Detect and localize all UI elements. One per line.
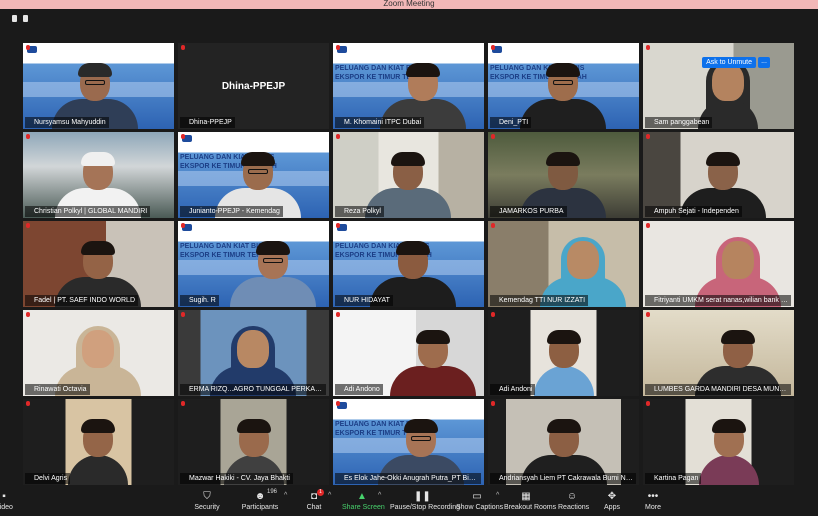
video-tile[interactable]: PELUANG DAN KIAT BISNIS EKSPOR KE TIMUR T… — [333, 221, 484, 307]
participant-name: Fadel | PT. SAEF INDO WORLD — [25, 295, 139, 306]
video-tile[interactable]: Mazwar Hakiki - CV. Jaya Bhakti — [178, 399, 329, 485]
video-tile[interactable]: ERMA RIZQ...AGRO TUNGGAL PERKASA — [178, 310, 329, 396]
share-screen-button[interactable]: ▲ Share Screen — [342, 486, 385, 516]
video-camera-icon: ▪ — [2, 491, 6, 502]
chevron-up-icon[interactable]: ^ — [378, 492, 381, 499]
reactions-button[interactable]: ☺ Reactions — [558, 486, 589, 516]
more-dots-icon: ••• — [647, 491, 659, 502]
more-button[interactable]: ••• More — [643, 486, 663, 516]
breakout-rooms-button[interactable]: ▦ Breakout Rooms — [504, 486, 556, 516]
video-tile[interactable]: Adi Andono — [333, 310, 484, 396]
participant-name: Adi Andono — [335, 384, 383, 395]
video-tile[interactable]: PELUANG DAN KIAT BISNIS EKSPOR KE TIMUR T… — [333, 43, 484, 129]
video-tile[interactable]: Fadel | PT. SAEF INDO WORLD — [23, 221, 174, 307]
pause-stop-recording-button[interactable]: ❚❚ Pause/Stop Recording — [390, 486, 460, 516]
gallery-view: Nursyamsu Mahyuddin Dhina-PPEJP Dhina-PP… — [0, 31, 818, 486]
video-tile[interactable]: Reza Polkyl — [333, 132, 484, 218]
tile-more-button[interactable]: ... — [758, 57, 770, 68]
chevron-up-icon[interactable]: ^ — [328, 492, 331, 499]
participant-name: Sam panggabean — [645, 117, 713, 128]
chat-unread-badge: 1 — [317, 489, 324, 496]
participant-name: Adi Andoni — [490, 384, 536, 395]
participant-name: Delvi Agris — [25, 473, 71, 484]
video-tile[interactable]: Adi Andoni — [488, 310, 639, 396]
video-tile[interactable]: Ampuh Sejati - Independen — [643, 132, 794, 218]
apps-button[interactable]: ✥ Apps — [602, 486, 622, 516]
participant-name: Reza Polkyl — [335, 206, 384, 217]
video-tile[interactable]: Christian Polkyl | GLOBAL MANDIRI — [23, 132, 174, 218]
view-toggle-icon[interactable] — [12, 15, 38, 25]
participant-name: ERMA RIZQ...AGRO TUNGGAL PERKASA — [180, 384, 326, 395]
video-tile[interactable]: PELUANG DAN KIAT BISNIS EKSPOR KE TIMUR T… — [333, 399, 484, 485]
video-tile[interactable]: Nursyamsu Mahyuddin — [23, 43, 174, 129]
participants-icon: ☻ — [254, 491, 266, 502]
participant-name: Sugih. R — [180, 295, 219, 306]
video-tile[interactable]: Ask to Unmute ... Sam panggabean — [643, 43, 794, 129]
top-strip — [0, 9, 818, 31]
participant-name: LUMBES GARDA MANDIRI DESA MUNJAN — [645, 384, 791, 395]
video-tile[interactable]: Rinawati Octavia — [23, 310, 174, 396]
video-tile[interactable]: Andriansyah Liem PT Cakrawala Bumi Nagal — [488, 399, 639, 485]
video-tile[interactable]: JAMARKOS PURBA — [488, 132, 639, 218]
pause-stop-icon: ❚❚ — [414, 491, 431, 502]
participant-name: NUR HIDAYAT — [335, 295, 393, 306]
shield-icon: ⛉ — [203, 491, 211, 502]
video-button[interactable]: ▪ Video — [0, 486, 18, 516]
show-captions-button[interactable]: ▭ Show Captions — [456, 486, 503, 516]
participant-name: Deni_PTI — [490, 117, 532, 128]
chevron-up-icon[interactable]: ^ — [496, 492, 499, 499]
video-tile[interactable]: PELUANG DAN KIAT BISNIS EKSPOR KE TIMUR T… — [488, 43, 639, 129]
share-screen-icon: ▲ — [357, 491, 367, 502]
video-tile[interactable]: Kartina Pagan — [643, 399, 794, 485]
video-tile-active-speaker[interactable]: PELUANG DAN KIAT BISNIS EKSPOR KE TIMUR T… — [178, 132, 329, 218]
apps-icon: ✥ — [607, 491, 617, 502]
participant-name: Nursyamsu Mahyuddin — [25, 117, 109, 128]
participant-name: Junianto-PPEJP - Kemendag — [180, 206, 283, 217]
ask-to-unmute-button[interactable]: Ask to Unmute — [702, 57, 756, 68]
security-button[interactable]: ⛉ Security — [190, 486, 224, 516]
participant-name: Es Elok Jahe-Okki Anugrah Putra_PT Bin A… — [335, 473, 481, 484]
participant-name: Ampuh Sejati - Independen — [645, 206, 742, 217]
captions-icon: ▭ — [472, 491, 482, 502]
participant-name: Dhina-PPEJP — [180, 117, 235, 128]
participant-name: Mazwar Hakiki - CV. Jaya Bhakti — [180, 473, 293, 484]
participant-name: Christian Polkyl | GLOBAL MANDIRI — [25, 206, 151, 217]
video-tile[interactable]: PELUANG DAN KIAT BISNIS EKSPOR KE TIMUR T… — [178, 221, 329, 307]
video-tile[interactable]: LUMBES GARDA MANDIRI DESA MUNJAN — [643, 310, 794, 396]
smiley-icon: ☺ — [566, 491, 578, 502]
participants-count: 196 — [267, 489, 278, 495]
window-titlebar: Zoom Meeting — [0, 0, 818, 9]
window-title: Zoom Meeting — [383, 0, 435, 8]
participant-name: JAMARKOS PURBA — [490, 206, 567, 217]
participant-name: Fitriyanti UMKM serat nanas,wilian bank … — [645, 295, 791, 306]
video-tile[interactable]: Delvi Agris — [23, 399, 174, 485]
chevron-up-icon[interactable]: ^ — [284, 492, 287, 499]
video-tile[interactable]: Dhina-PPEJP Dhina-PPEJP — [178, 43, 329, 129]
video-tile[interactable]: Fitriyanti UMKM serat nanas,wilian bank … — [643, 221, 794, 307]
meeting-toolbar: ▪ Video ⛉ Security ☻ Participants 196 ^ … — [0, 486, 818, 516]
video-tile[interactable]: Kemendag TTI NUR IZZATI — [488, 221, 639, 307]
participant-name: Rinawati Octavia — [25, 384, 90, 395]
participant-name: Kartina Pagan — [645, 473, 702, 484]
participant-name: Kemendag TTI NUR IZZATI — [490, 295, 589, 306]
participant-name: Andriansyah Liem PT Cakrawala Bumi Nagal — [490, 473, 636, 484]
breakout-rooms-icon: ▦ — [521, 491, 531, 502]
participant-name: M. Khomaini ITPC Dubai — [335, 117, 425, 128]
